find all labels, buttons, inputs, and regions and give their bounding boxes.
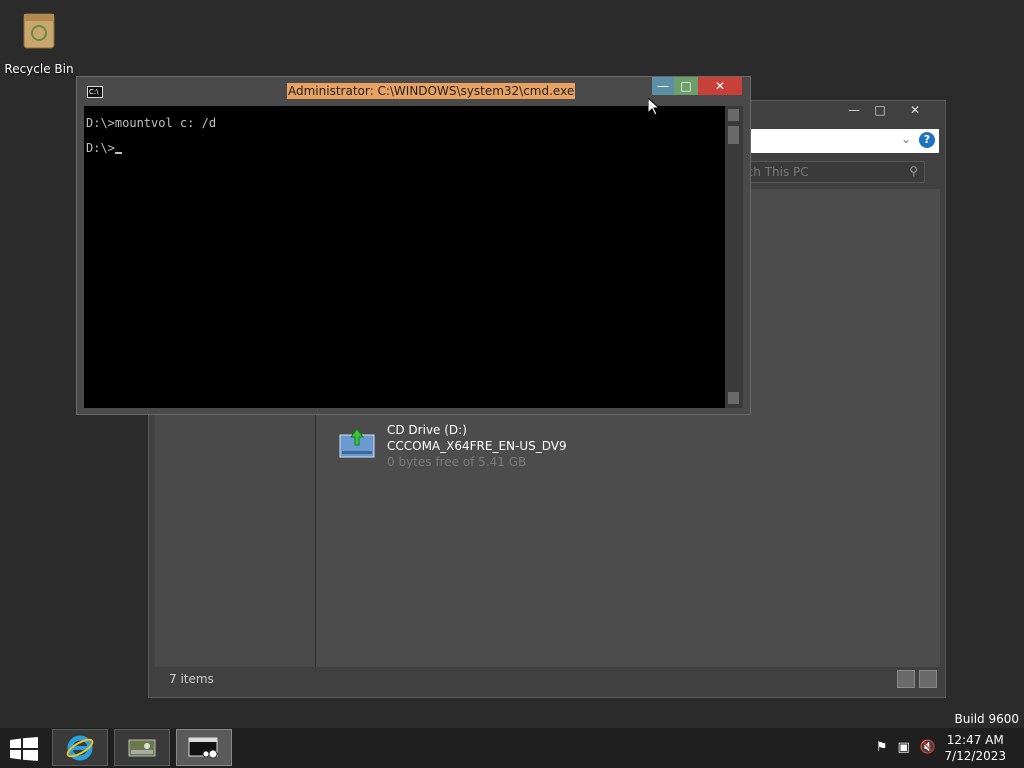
clock-time: 12:47 AM xyxy=(946,733,1004,747)
command-prompt-window[interactable]: C:\ Administrator: C:\WINDOWS\system32\c… xyxy=(76,76,751,415)
taskbar: ⚑ ▣ 🔇 12:47 AM 7/12/2023 xyxy=(0,728,1024,768)
taskbar-command-prompt[interactable] xyxy=(176,729,232,766)
explorer-close-button[interactable]: ✕ xyxy=(893,101,937,119)
action-center-flag-icon[interactable]: ⚑ xyxy=(876,740,888,755)
search-icon[interactable]: ⚲ xyxy=(909,164,918,178)
command-prompt-icon xyxy=(188,737,218,758)
cd-drive-icon xyxy=(339,425,375,461)
recycle-bin-desktop-icon[interactable]: Recycle Bin xyxy=(4,10,74,76)
windows-logo-icon xyxy=(10,737,38,761)
address-bar[interactable]: ⌄ ? xyxy=(749,129,939,153)
status-bar: 7 items xyxy=(155,669,941,691)
item-count: 7 items xyxy=(169,672,214,686)
large-icons-view-icon[interactable] xyxy=(919,670,937,688)
cmd-window-title: Administrator: C:\WINDOWS\system32\cmd.e… xyxy=(287,83,576,99)
taskbar-internet-explorer[interactable] xyxy=(52,729,108,766)
text-cursor xyxy=(114,152,122,154)
details-view-icon[interactable] xyxy=(897,670,915,688)
system-tray: ⚑ ▣ 🔇 xyxy=(876,740,936,755)
console-line: D:\>mountvol c: /d xyxy=(86,116,217,130)
scroll-down-button[interactable] xyxy=(728,392,739,404)
recycle-bin-icon xyxy=(20,10,58,50)
chevron-down-icon[interactable]: ⌄ xyxy=(901,132,911,146)
drive-label: CCCOMA_X64FRE_EN-US_DV9 xyxy=(387,439,567,453)
drive-name: CD Drive (D:) xyxy=(387,423,467,437)
clock[interactable]: 12:47 AM 7/12/2023 xyxy=(944,732,1006,764)
console-prompt: D:\> xyxy=(86,141,115,155)
scroll-thumb[interactable] xyxy=(728,126,739,144)
cmd-close-button[interactable]: ✕ xyxy=(698,77,742,95)
scroll-up-button[interactable] xyxy=(728,109,739,121)
cmd-maximize-button[interactable]: □ xyxy=(674,77,698,95)
cd-drive-item[interactable]: CD Drive (D:) CCCOMA_X64FRE_EN-US_DV9 0 … xyxy=(339,423,567,469)
cmd-minimize-button[interactable]: — xyxy=(652,77,674,95)
search-placeholder: rch This PC xyxy=(742,165,809,179)
taskbar-server-manager[interactable] xyxy=(114,729,170,766)
volume-muted-icon[interactable]: 🔇 xyxy=(920,740,936,755)
console-prompt-line: D:\> xyxy=(86,141,725,166)
cmd-window-icon[interactable]: C:\ xyxy=(87,86,103,98)
server-manager-icon xyxy=(128,739,156,756)
help-icon[interactable]: ? xyxy=(919,132,935,148)
clock-date: 7/12/2023 xyxy=(944,749,1006,763)
internet-explorer-icon xyxy=(66,735,94,760)
start-button[interactable] xyxy=(10,737,38,761)
search-input[interactable]: rch This PC ⚲ xyxy=(741,161,925,183)
mouse-pointer-icon xyxy=(648,98,660,116)
network-icon[interactable]: ▣ xyxy=(898,740,910,755)
build-watermark: Build 9600 xyxy=(954,712,1019,726)
drive-free-space: 0 bytes free of 5.41 GB xyxy=(387,455,527,469)
console-output[interactable]: D:\>mountvol c: /d D:\> xyxy=(84,106,725,408)
recycle-bin-label: Recycle Bin xyxy=(4,62,74,76)
explorer-minimize-button[interactable]: — xyxy=(841,101,867,119)
explorer-maximize-button[interactable]: □ xyxy=(867,101,893,119)
vertical-scrollbar[interactable] xyxy=(725,106,743,408)
